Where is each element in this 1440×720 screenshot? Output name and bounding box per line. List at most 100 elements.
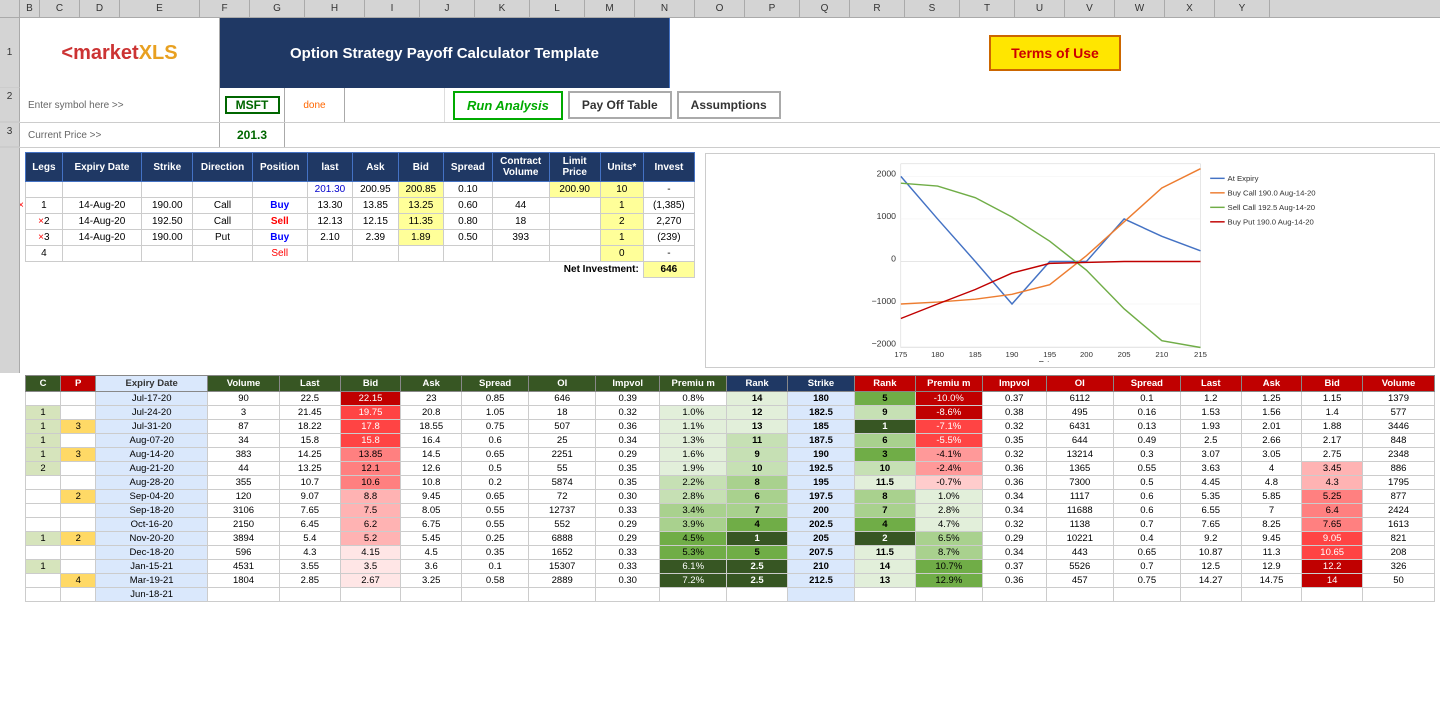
td-rank-put: 1 (855, 420, 916, 434)
td-last-call: 15.8 (279, 434, 340, 448)
td-cvol-4 (492, 246, 549, 262)
td-expiry-1: 14-Aug-20 (62, 198, 141, 214)
th-ask: Ask (353, 153, 398, 182)
svg-text:At Expiry: At Expiry (1228, 174, 1259, 183)
net-investment-label: Net Investment: (549, 262, 643, 278)
svg-text:−2000: −2000 (872, 339, 897, 349)
td-c (26, 518, 61, 532)
td-vol-put: 821 (1363, 532, 1435, 546)
td-c (26, 392, 61, 406)
td-last-call: 7.65 (279, 504, 340, 518)
td-spread-call: 0.65 (462, 448, 529, 462)
col-n: N (635, 0, 695, 17)
td-impvol-call: 0.35 (596, 476, 660, 490)
td-vol-put: 326 (1363, 560, 1435, 574)
th-ask-call: Ask (401, 376, 462, 392)
td-vol-put: 2348 (1363, 448, 1435, 462)
td-impvol-put: 0.34 (982, 546, 1046, 560)
td-strike: 200 (787, 504, 854, 518)
terms-button[interactable]: Terms of Use (989, 35, 1121, 71)
td-prem-call: 3.9% (660, 518, 727, 532)
td-strike: 185 (787, 420, 854, 434)
td-rank-call: 2.5 (727, 560, 788, 574)
app-title: Option Strategy Payoff Calculator Templa… (220, 18, 670, 88)
td-bid-call: 6.2 (340, 518, 401, 532)
td-spread-put: 0.75 (1113, 574, 1180, 588)
td-rank-call: 11 (727, 434, 788, 448)
td-bid-put: 14 (1302, 574, 1363, 588)
td-ask-put: 9.45 (1241, 532, 1302, 546)
td-last-put (1180, 588, 1241, 602)
options-row-12: 1Jan-15-2145313.553.53.60.1153070.336.1%… (26, 560, 1435, 574)
td-oi-call: 2889 (529, 574, 596, 588)
td-bid-put: 2.17 (1302, 434, 1363, 448)
options-chain-table: C P Expiry Date Volume Last Bid Ask Spre… (25, 375, 1435, 602)
td-bid-call: 22.15 (340, 392, 401, 406)
legs-row-1: ×1 14-Aug-20 190.00 Call Buy 13.30 13.85… (26, 198, 695, 214)
td-prem-call (660, 588, 727, 602)
payoff-table-button[interactable]: Pay Off Table (568, 91, 672, 119)
legs-row-2: ×2 14-Aug-20 192.50 Call Sell 12.13 12.1… (26, 214, 695, 230)
td-bid-put: 10.65 (1302, 546, 1363, 560)
symbol-input[interactable] (225, 96, 280, 114)
td-p (61, 546, 96, 560)
td-expiry: Jan-15-21 (96, 560, 208, 574)
td-vol-call (208, 588, 280, 602)
td-c: 1 (26, 434, 61, 448)
td-ask-put: 3.05 (1241, 448, 1302, 462)
options-row-0: Jul-17-209022.522.15230.856460.390.8%141… (26, 392, 1435, 406)
td-ask-put: 7 (1241, 504, 1302, 518)
td-pos-2: Sell (252, 214, 307, 230)
td-ask-1: 13.85 (353, 198, 398, 214)
svg-text:200: 200 (1080, 350, 1093, 359)
td-ask-put: 8.25 (1241, 518, 1302, 532)
td-bid-call: 19.75 (340, 406, 401, 420)
td-spread-put: 0.49 (1113, 434, 1180, 448)
td-impvol-put: 0.35 (982, 434, 1046, 448)
td-last-call: 6.45 (279, 518, 340, 532)
td-bid-2: 11.35 (398, 214, 443, 230)
td-prem-put (915, 588, 982, 602)
td-p (61, 560, 96, 574)
td-spread-call: 0.85 (462, 392, 529, 406)
td-ask-call: 16.4 (401, 434, 462, 448)
td-rank-put: 4 (855, 518, 916, 532)
td-impvol-call: 0.36 (596, 420, 660, 434)
td-bid-3: 1.89 (398, 230, 443, 246)
col-o: O (695, 0, 745, 17)
done-cell: done (285, 88, 345, 122)
td-oi-call: 15307 (529, 560, 596, 574)
assumptions-button[interactable]: Assumptions (677, 91, 781, 119)
options-row-5: 2Aug-21-204413.2512.112.60.5550.351.9%10… (26, 462, 1435, 476)
td-prem-put: -7.1% (915, 420, 982, 434)
options-row-11: Dec-18-205964.34.154.50.3516520.335.3%52… (26, 546, 1435, 560)
td-strike: 190 (787, 448, 854, 462)
td-vol-put: 877 (1363, 490, 1435, 504)
td-prem-put: 2.8% (915, 504, 982, 518)
td-last-0: 201.30 (307, 182, 352, 198)
th-volume-call: Volume (208, 376, 280, 392)
td-rank-put: 11.5 (855, 476, 916, 490)
td-prem-put: 10.7% (915, 560, 982, 574)
td-oi-put: 443 (1046, 546, 1113, 560)
col-c: C (40, 0, 80, 17)
th-impvol-call: Impvol (596, 376, 660, 392)
run-analysis-button[interactable]: Run Analysis (453, 91, 563, 120)
td-p (61, 518, 96, 532)
td-oi-call: 12737 (529, 504, 596, 518)
td-dir-4 (193, 246, 252, 262)
td-rank-call: 14 (727, 392, 788, 406)
td-rank-put (855, 588, 916, 602)
td-p: 2 (61, 490, 96, 504)
td-ask-2: 12.15 (353, 214, 398, 230)
td-prem-put: -5.5% (915, 434, 982, 448)
td-prem-put: -2.4% (915, 462, 982, 476)
td-prem-call: 0.8% (660, 392, 727, 406)
th-spread: Spread (444, 153, 493, 182)
td-prem-put: -0.7% (915, 476, 982, 490)
td-ask-call: 5.45 (401, 532, 462, 546)
td-spread-call: 0.2 (462, 476, 529, 490)
td-rank-call: 6 (727, 490, 788, 504)
th-oi-call: OI (529, 376, 596, 392)
td-ask-put: 4.8 (1241, 476, 1302, 490)
